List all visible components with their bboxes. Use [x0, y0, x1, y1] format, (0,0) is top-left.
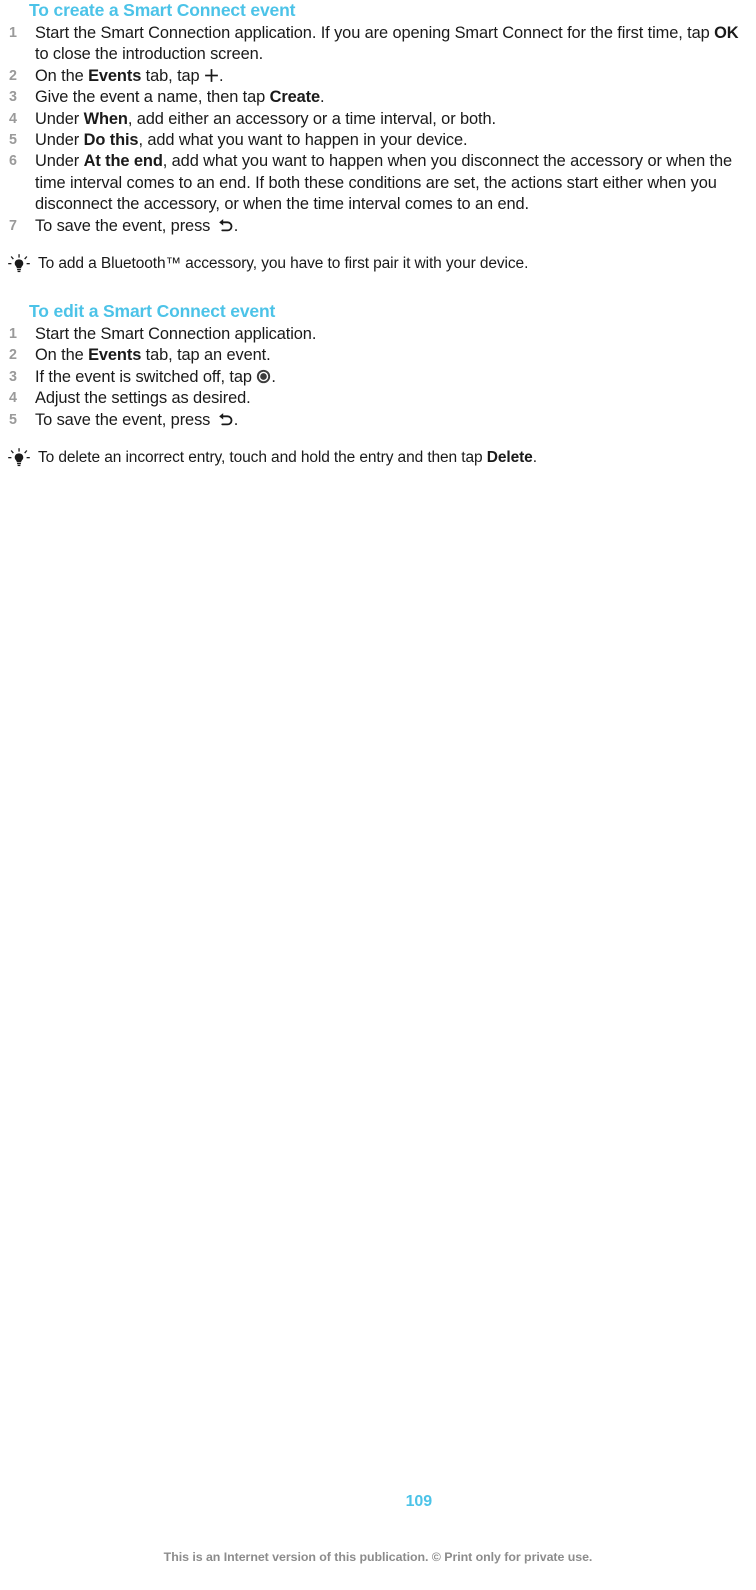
emphasis-term: Events [88, 66, 142, 85]
step-number: 3 [9, 368, 17, 385]
procedure-step-list: 1 Start the Smart Connection application.… [0, 23, 756, 237]
step-number: 5 [9, 132, 17, 149]
step-number: 1 [9, 326, 17, 343]
step-number: 5 [9, 411, 17, 428]
page-number: 109 [405, 1493, 433, 1510]
procedure-step: 3 If the event is switched off, tap . [0, 367, 756, 388]
tip-note: To add a Bluetooth™ accessory, you have … [0, 254, 756, 274]
procedure-step: 6 Under At the end, add what you want to … [0, 151, 756, 215]
step-number: 7 [9, 217, 17, 234]
document-page: To create a Smart Connect event 1 Start th… [0, 0, 756, 1590]
emphasis-term: Create [269, 88, 321, 107]
section-heading: To edit a Smart Connect event [29, 301, 276, 322]
step-number: 6 [9, 153, 17, 170]
emphasis-term: When [83, 109, 128, 128]
step-text: On the Events tab, tap an event. [35, 346, 271, 365]
procedure-step: 5 Under Do this, add what you want to hap… [0, 130, 756, 151]
emphasis-term: Events [88, 346, 142, 365]
step-text: On the Events tab, tap . [35, 66, 224, 85]
emphasis-term: Do this [83, 131, 139, 150]
tip-spacer [0, 237, 756, 254]
back-arrow-icon [215, 218, 234, 233]
step-text: Under At the end, add what you want to h… [35, 152, 733, 214]
tip-text: To delete an incorrect entry, touch and … [38, 449, 537, 467]
plus-icon [204, 68, 219, 83]
lightbulb-tip-icon [8, 254, 30, 274]
step-text: Under When, add either an accessory or a… [35, 109, 496, 128]
back-arrow-icon [215, 412, 234, 427]
step-text: Under Do this, add what you want to happ… [35, 131, 468, 150]
procedure-step: 2 On the Events tab, tap . [0, 66, 756, 87]
tip-spacer [0, 431, 756, 448]
lightbulb-tip-icon [8, 448, 30, 468]
step-text: Give the event a name, then tap Create. [35, 88, 325, 107]
power-toggle-icon [256, 369, 271, 384]
procedure-step: 1 Start the Smart Connection application.… [0, 23, 756, 66]
step-number: 2 [9, 67, 17, 84]
step-text: If the event is switched off, tap . [35, 367, 276, 386]
procedure-step: 2 On the Events tab, tap an event. [0, 345, 756, 366]
emphasis-term: OK [714, 24, 739, 42]
footer-copyright-note: This is an Internet version of this publ… [163, 1550, 593, 1564]
section-heading: To create a Smart Connect event [29, 0, 296, 20]
step-text: To save the event, press . [35, 216, 239, 235]
procedure-step: 7 To save the event, press . [0, 216, 756, 237]
emphasis-term: At the end [83, 152, 163, 171]
procedure-step: 4 Adjust the settings as desired. [0, 388, 756, 409]
step-number: 4 [9, 110, 17, 127]
procedure-step: 4 Under When, add either an accessory or … [0, 109, 756, 130]
tip-note: To delete an incorrect entry, touch and … [0, 448, 756, 468]
step-number: 3 [9, 89, 17, 106]
step-text: To save the event, press . [35, 410, 239, 429]
procedure-step-list: 1 Start the Smart Connection application.… [0, 324, 756, 431]
step-number: 4 [9, 390, 17, 407]
page-content: To create a Smart Connect event 1 Start th… [0, 0, 756, 468]
step-number: 1 [9, 25, 17, 41]
step-text: Adjust the settings as desired. [35, 389, 251, 408]
procedure-step: 3 Give the event a name, then tap Create. [0, 87, 756, 108]
emphasis-term: Delete [486, 449, 533, 467]
step-text: Start the Smart Connection application. … [35, 24, 739, 64]
procedure-step: 5 To save the event, press . [0, 410, 756, 431]
tip-text: To add a Bluetooth™ accessory, you have … [38, 255, 529, 273]
procedure-step: 1 Start the Smart Connection application. [0, 324, 756, 345]
step-number: 2 [9, 347, 17, 364]
step-text: Start the Smart Connection application. [35, 325, 317, 344]
